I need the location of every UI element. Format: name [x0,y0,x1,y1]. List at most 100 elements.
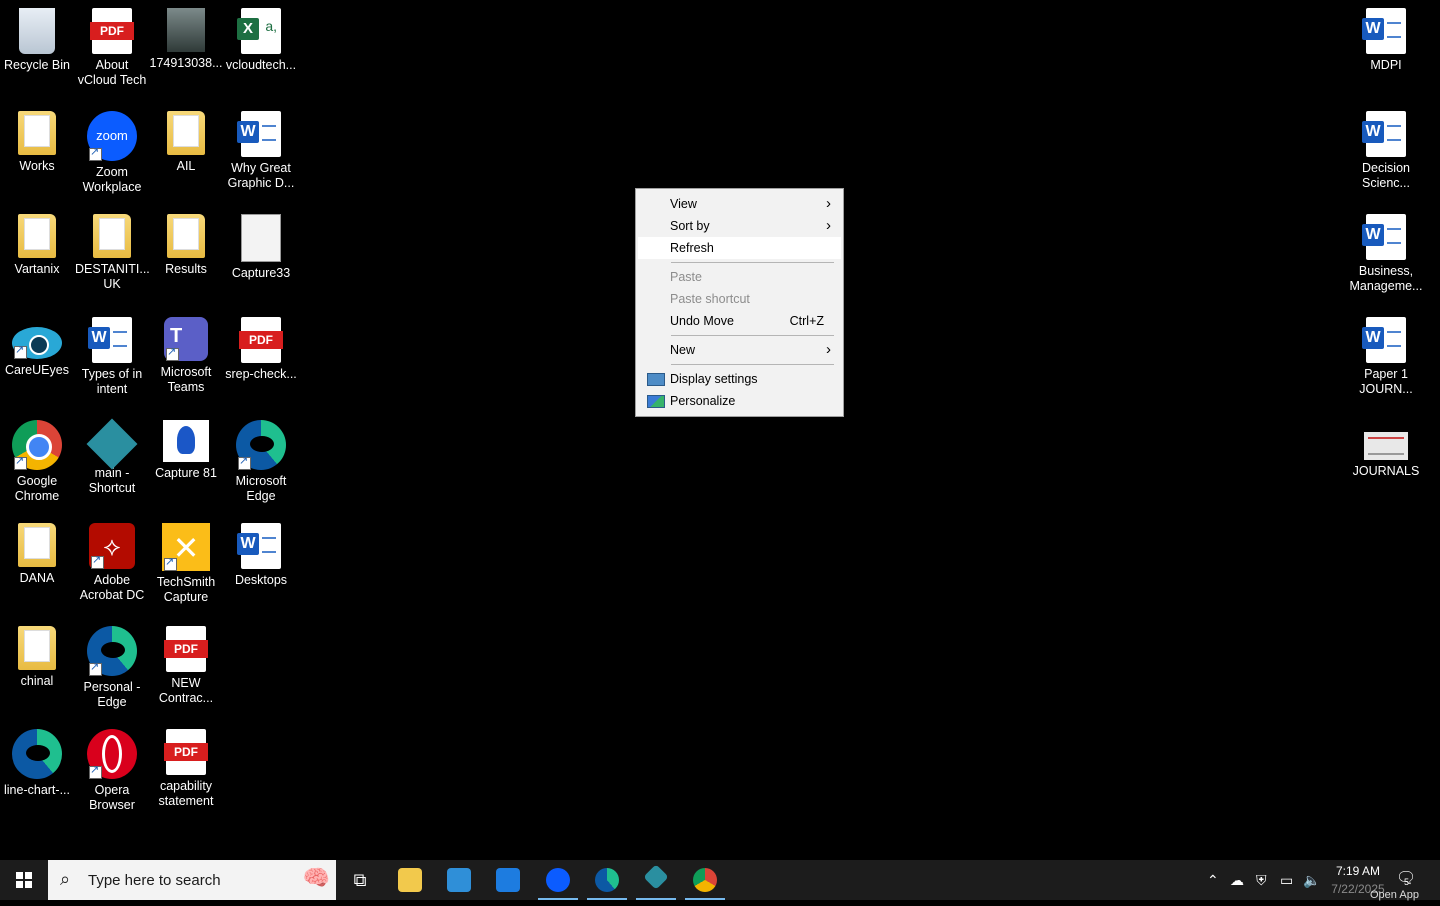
menu-item-refresh[interactable]: Refresh [638,237,841,259]
desktop-icon-recycle-bin[interactable]: Recycle Bin [0,0,74,73]
desktop-icon-why-great-graphic[interactable]: Why Great Graphic D... [224,103,298,191]
desktop-icon-line-chart[interactable]: line-chart-... [0,721,74,798]
desktop-icon-label: Personal - Edge [83,680,141,709]
mail-button[interactable] [484,860,532,900]
menu-item-personalize[interactable]: Personalize [638,390,841,412]
desktop-icon-microsoft-edge[interactable]: Microsoft Edge [224,412,298,504]
acrobat-icon [89,523,135,569]
microsoft-store-button[interactable] [435,860,483,900]
menu-item-sort-by[interactable]: Sort by › [638,215,841,237]
desktop-icon-teams[interactable]: Microsoft Teams [149,309,223,395]
chevron-right-icon: › [826,341,831,358]
pdf-icon [164,729,208,775]
desktop-icon-label: DANA [19,571,55,585]
shortcut-arrow-icon [91,553,104,569]
search-placeholder: Type here to search [88,872,221,889]
windows-logo-icon [16,872,32,888]
security-icon[interactable]: ⛨ [1256,860,1267,900]
desktop-icon-capture33[interactable]: Capture33 [224,206,298,281]
desktop-icon-decision-science[interactable]: Decision Scienc... [1349,103,1423,191]
menu-item-undo-move[interactable]: Undo Move Ctrl+Z [638,310,841,332]
notification-center-icon[interactable]: 🗨 5 [1396,868,1416,888]
desktop-icon-techsmith[interactable]: TechSmith Capture [149,515,223,605]
desktop-icon-vartanix[interactable]: Vartanix [0,206,74,277]
desktop-icon-label: 174913038... [149,56,223,70]
image-icon [241,214,281,262]
desktop-icon-label: MDPI [1370,58,1402,72]
desktop-icon-dana[interactable]: DANA [0,515,74,586]
menu-item-view[interactable]: View › [638,193,841,215]
desktop-icon-google-chrome[interactable]: Google Chrome [0,412,74,504]
file-explorer-button[interactable] [386,860,434,900]
desktop-icon-careueyes[interactable]: CareUEyes [0,309,74,378]
desktop-icon-label: Microsoft Edge [235,474,287,503]
cloud-icon[interactable]: ☁ [1230,860,1244,900]
desktop-icon-desktops[interactable]: Desktops [224,515,298,588]
desktop-icon-business-management[interactable]: Business, Manageme... [1349,206,1423,294]
desktop-icon-capture-81[interactable]: Capture 81 [149,412,223,481]
desktop-icon-journals[interactable]: JOURNALS [1349,412,1423,479]
desktop-icon-label: Why Great Graphic D... [227,161,295,190]
open-app-tooltip: Open App [1370,889,1419,901]
desktop-icon-works[interactable]: Works [0,103,74,174]
display-icon [647,373,665,386]
desktop-icon-new-contract[interactable]: NEW Contrac... [149,618,223,706]
menu-item-paste-shortcut: Paste shortcut [638,288,841,310]
desktop-icon-image-174913038[interactable]: 174913038... [149,0,223,71]
volume-icon[interactable]: 🔈 [1303,860,1320,900]
folder-icon [93,214,131,258]
folder-icon [398,868,422,892]
desktop-icon-destaniti[interactable]: DESTANITI... UK [75,206,150,292]
network-icon[interactable]: ▭ [1280,860,1293,900]
teams-icon [164,317,208,361]
desktop-icon-label: Decision Scienc... [1362,161,1410,190]
word-icon [237,111,281,157]
desktop-icon-ail[interactable]: AIL [149,103,223,174]
edge-profile-taskbar-button[interactable] [583,860,631,900]
desktop-context-menu: View › Sort by › Refresh Paste Paste sho… [635,188,844,417]
desktop-icon-srep-check[interactable]: srep-check... [224,309,298,382]
desktop-icon-capability-statement[interactable]: capability statement [149,721,223,809]
word-icon [1362,214,1406,260]
desktop-icon-results[interactable]: Results [149,206,223,277]
image-icon [163,420,209,462]
chrome-taskbar-button[interactable] [681,860,729,900]
desktop-icon-adobe-acrobat[interactable]: Adobe Acrobat DC [75,515,149,603]
chevron-right-icon: › [826,217,831,234]
desktop-icon-vcloudtech-xlsx[interactable]: vcloudtech... [224,0,298,73]
desktop-icon-label: Microsoft Teams [160,365,212,394]
desktop-icon-paper-1-journal[interactable]: Paper 1 JOURN... [1349,309,1423,397]
menu-item-label: New [670,343,696,357]
menu-item-label: Paste [670,270,702,284]
zoom-taskbar-button[interactable] [534,860,582,900]
menu-item-new[interactable]: New › [638,339,841,361]
desktop-icon-label: main - Shortcut [88,466,136,495]
desktop-icon-label: Adobe Acrobat DC [79,573,145,602]
desktop-icon-types-of-intent[interactable]: Types of in intent [75,309,149,397]
desktop-icon-zoom[interactable]: Zoom Workplace [75,103,149,195]
chevron-up-icon[interactable]: ⌃ [1207,860,1219,900]
desktop-icon-about-vcloud[interactable]: About vCloud Tech [75,0,149,88]
menu-separator [671,335,834,336]
desktop-icon-personal-edge[interactable]: Personal - Edge [75,618,149,710]
menu-item-label: Refresh [670,241,714,255]
start-button[interactable] [0,860,48,900]
menu-item-display-settings[interactable]: Display settings [638,368,841,390]
desktop-icon-label: JOURNALS [1352,464,1420,478]
shortcut-arrow-icon [14,343,27,359]
pdf-icon [164,626,208,672]
desktop-icon-label: Capture33 [231,266,291,280]
taskbar-search-box[interactable]: ⌕ Type here to search 🧠 [48,860,336,900]
folder-icon [18,214,56,258]
task-view-button[interactable]: ⧉ [336,860,384,900]
search-icon: ⌕ [60,869,71,889]
folder-icon [18,523,56,567]
desktop-icon-label: Types of in intent [81,367,143,396]
main-app-taskbar-button[interactable] [632,860,680,900]
desktop-icon-chinal[interactable]: chinal [0,618,74,689]
menu-item-label: Personalize [670,394,736,408]
desktop-icon-label: Vartanix [14,262,60,276]
desktop-icon-opera[interactable]: Opera Browser [75,721,149,813]
desktop-icon-mdpi[interactable]: MDPI [1349,0,1423,73]
desktop-icon-main-shortcut[interactable]: main - Shortcut [75,412,149,496]
